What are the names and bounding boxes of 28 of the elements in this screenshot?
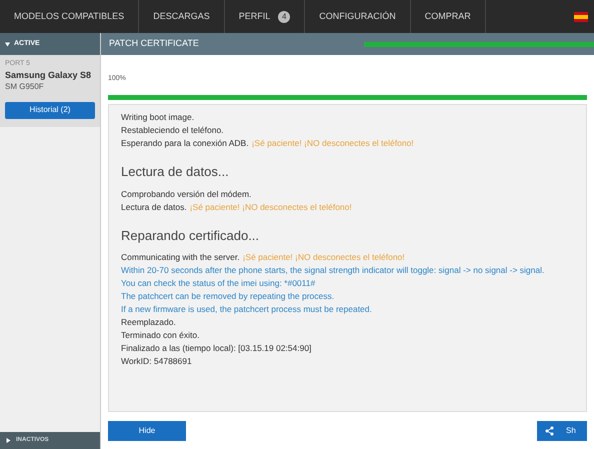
log-warning: ¡Sé paciente! ¡NO desconectes el teléfono! bbox=[242, 252, 405, 262]
log-line: Lectura de datos. bbox=[121, 202, 187, 212]
log-line: If a new firmware is used, the patchcert process must be repeated. bbox=[121, 304, 372, 314]
flag-icon[interactable] bbox=[574, 12, 588, 22]
panel-title: PATCH CERTIFICATE bbox=[109, 37, 199, 50]
log-line: Comprobando versión del módem. bbox=[121, 188, 252, 198]
device-name: Samsung Galaxy S8 bbox=[5, 70, 92, 80]
log-line: Reemplazado. bbox=[121, 317, 176, 327]
log-line: Terminado con éxito. bbox=[121, 330, 200, 340]
log-warning: ¡Sé paciente! ¡NO desconectes el teléfono! bbox=[252, 138, 414, 148]
log-line: Within 20-70 seconds after the phone starts, the signal strength indicator will toggle: signal -> no signal -> signal. bbox=[121, 265, 544, 275]
hide-button[interactable]: Hide bbox=[108, 421, 186, 441]
share-button[interactable]: Sh bbox=[537, 421, 587, 441]
share-icon bbox=[545, 426, 554, 436]
device-model: SM G950F bbox=[5, 80, 45, 92]
log-heading: Reparando certificado... bbox=[121, 226, 260, 245]
log-heading: Lectura de datos... bbox=[121, 163, 230, 181]
log-line: The patchcert can be removed by repeating the process. bbox=[121, 291, 334, 301]
notification-badge: 4 bbox=[278, 10, 290, 22]
log-warning: ¡Sé paciente! ¡NO desconectes el teléfono! bbox=[190, 202, 352, 212]
log-line: Restableciendo el teléfono. bbox=[121, 125, 224, 135]
log-line: Esperando para la conexión ADB. bbox=[121, 138, 249, 148]
log-line: Finalizado a las (tiempo local): [03.15.19 02:54:90] bbox=[121, 343, 312, 353]
log-line: Communicating with the server. bbox=[121, 252, 240, 262]
history-button[interactable]: Historial (2) bbox=[5, 102, 95, 118]
log-line: You can check the status of the imei using: *#0011# bbox=[121, 278, 316, 288]
log-line: Writing boot image. bbox=[121, 112, 194, 122]
log-line: WorkID: 54788691 bbox=[121, 356, 192, 366]
